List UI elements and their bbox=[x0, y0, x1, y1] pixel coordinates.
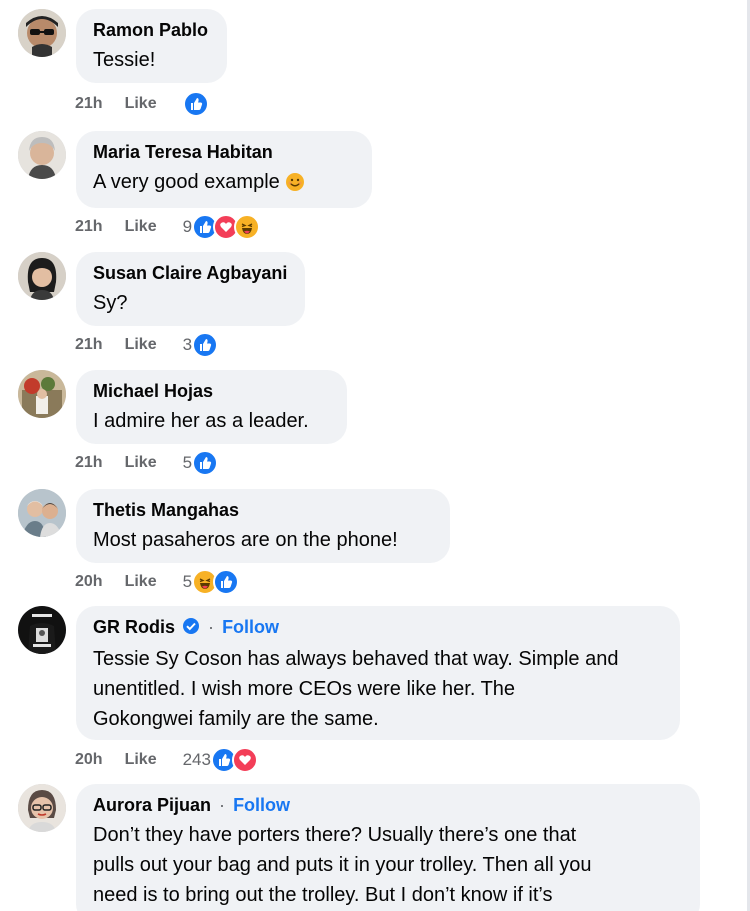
follow-button[interactable]: Follow bbox=[222, 617, 279, 637]
reaction-count: 5 bbox=[182, 572, 193, 591]
follow-button[interactable]: Follow bbox=[233, 795, 290, 815]
reaction-count: 243 bbox=[182, 750, 211, 769]
comment-text-line: Don’t they have porters there? Usually t… bbox=[93, 824, 577, 846]
reaction-summary[interactable]: 9 bbox=[182, 214, 261, 240]
reaction-summary[interactable]: 5 bbox=[182, 450, 219, 476]
comment-author[interactable]: Michael Hojas bbox=[93, 380, 330, 402]
separator-dot: · bbox=[219, 795, 226, 815]
avatar[interactable] bbox=[18, 131, 66, 179]
comment-text: A very good example bbox=[93, 167, 355, 201]
comment-bubble: Michael Hojas I admire her as a leader. bbox=[76, 370, 347, 444]
comment-time[interactable]: 21h bbox=[75, 454, 103, 472]
comment-author-row: GR Rodis · Follow bbox=[93, 616, 663, 640]
love-reaction-icon bbox=[231, 747, 258, 773]
like-button[interactable]: Like bbox=[125, 336, 157, 354]
like-reaction-icon bbox=[192, 332, 219, 358]
comment-actions: 20h Like 243 bbox=[75, 746, 258, 774]
avatar[interactable] bbox=[18, 489, 66, 537]
comment-author[interactable]: Susan Claire Agbayani bbox=[93, 262, 288, 284]
smiley-emoji-icon bbox=[285, 171, 305, 201]
comment-author[interactable]: Maria Teresa Habitan bbox=[93, 141, 355, 163]
reaction-summary[interactable] bbox=[182, 91, 209, 117]
verified-badge-icon bbox=[182, 617, 200, 640]
comment-text-content: A very good example bbox=[93, 171, 280, 193]
comment-bubble: GR Rodis · Follow Tessie Sy Coson has al… bbox=[76, 606, 680, 740]
comment-author[interactable]: Thetis Mangahas bbox=[93, 499, 433, 521]
comment-bubble: Ramon Pablo Tessie! bbox=[76, 9, 227, 83]
like-button[interactable]: Like bbox=[125, 454, 157, 472]
comment-bubble: Maria Teresa Habitan A very good example bbox=[76, 131, 372, 208]
comment-time[interactable]: 20h bbox=[75, 573, 103, 591]
comment-text: Don’t they have porters there? Usually t… bbox=[93, 820, 683, 910]
comment-actions: 21h Like 3 bbox=[75, 331, 219, 359]
comment-time[interactable]: 21h bbox=[75, 218, 103, 236]
reaction-count: 5 bbox=[182, 453, 193, 472]
comment-author[interactable]: Ramon Pablo bbox=[93, 19, 210, 41]
reaction-summary[interactable]: 3 bbox=[182, 332, 219, 358]
comment-bubble: Susan Claire Agbayani Sy? bbox=[76, 252, 305, 326]
comment-text: Most pasaheros are on the phone! bbox=[93, 529, 398, 551]
reaction-count: 9 bbox=[182, 217, 193, 236]
comment-time[interactable]: 20h bbox=[75, 751, 103, 769]
reaction-count: 3 bbox=[182, 335, 193, 354]
like-button[interactable]: Like bbox=[125, 751, 157, 769]
like-button[interactable]: Like bbox=[125, 218, 157, 236]
reaction-summary[interactable]: 5 bbox=[182, 569, 240, 595]
like-button[interactable]: Like bbox=[125, 573, 157, 591]
like-button[interactable]: Like bbox=[125, 95, 157, 113]
like-reaction-icon bbox=[192, 450, 219, 476]
comment-text-line: unentitled. I wish more CEOs were like h… bbox=[93, 678, 516, 700]
reaction-summary[interactable]: 243 bbox=[183, 747, 258, 773]
comment-author[interactable]: GR Rodis bbox=[93, 617, 175, 637]
avatar[interactable] bbox=[18, 370, 66, 418]
like-reaction-icon bbox=[213, 569, 240, 595]
comment-text: Tessie! bbox=[93, 49, 156, 71]
avatar[interactable] bbox=[18, 252, 66, 300]
comment-actions: 21h Like bbox=[75, 90, 209, 118]
avatar[interactable] bbox=[18, 784, 66, 832]
comment-author-row: Aurora Pijuan · Follow bbox=[93, 794, 683, 816]
haha-reaction-icon bbox=[234, 214, 261, 240]
comment-text: I admire her as a leader. bbox=[93, 410, 309, 432]
comment-bubble: Thetis Mangahas Most pasaheros are on th… bbox=[76, 489, 450, 563]
comment-time[interactable]: 21h bbox=[75, 95, 103, 113]
separator-dot: · bbox=[208, 617, 215, 637]
comment-bubble: Aurora Pijuan · Follow Don’t they have p… bbox=[76, 784, 700, 911]
comment-text-line: need is to bring out the trolley. But I … bbox=[93, 884, 553, 906]
like-reaction-icon bbox=[182, 91, 209, 117]
avatar[interactable] bbox=[18, 606, 66, 654]
comment-author[interactable]: Aurora Pijuan bbox=[93, 795, 211, 815]
comment-text-line: pulls out your bag and puts it in your t… bbox=[93, 854, 592, 876]
avatar[interactable] bbox=[18, 9, 66, 57]
comment-text: Tessie Sy Coson has always behaved that … bbox=[93, 644, 663, 734]
comment-actions: 20h Like 5 bbox=[75, 568, 240, 596]
comment-actions: 21h Like 5 bbox=[75, 449, 219, 477]
comment-text: Sy? bbox=[93, 292, 128, 314]
comment-actions: 21h Like 9 bbox=[75, 213, 261, 241]
comment-time[interactable]: 21h bbox=[75, 336, 103, 354]
comment-text-line: Tessie Sy Coson has always behaved that … bbox=[93, 648, 619, 670]
comment-text-line: Gokongwei family are the same. bbox=[93, 708, 379, 730]
